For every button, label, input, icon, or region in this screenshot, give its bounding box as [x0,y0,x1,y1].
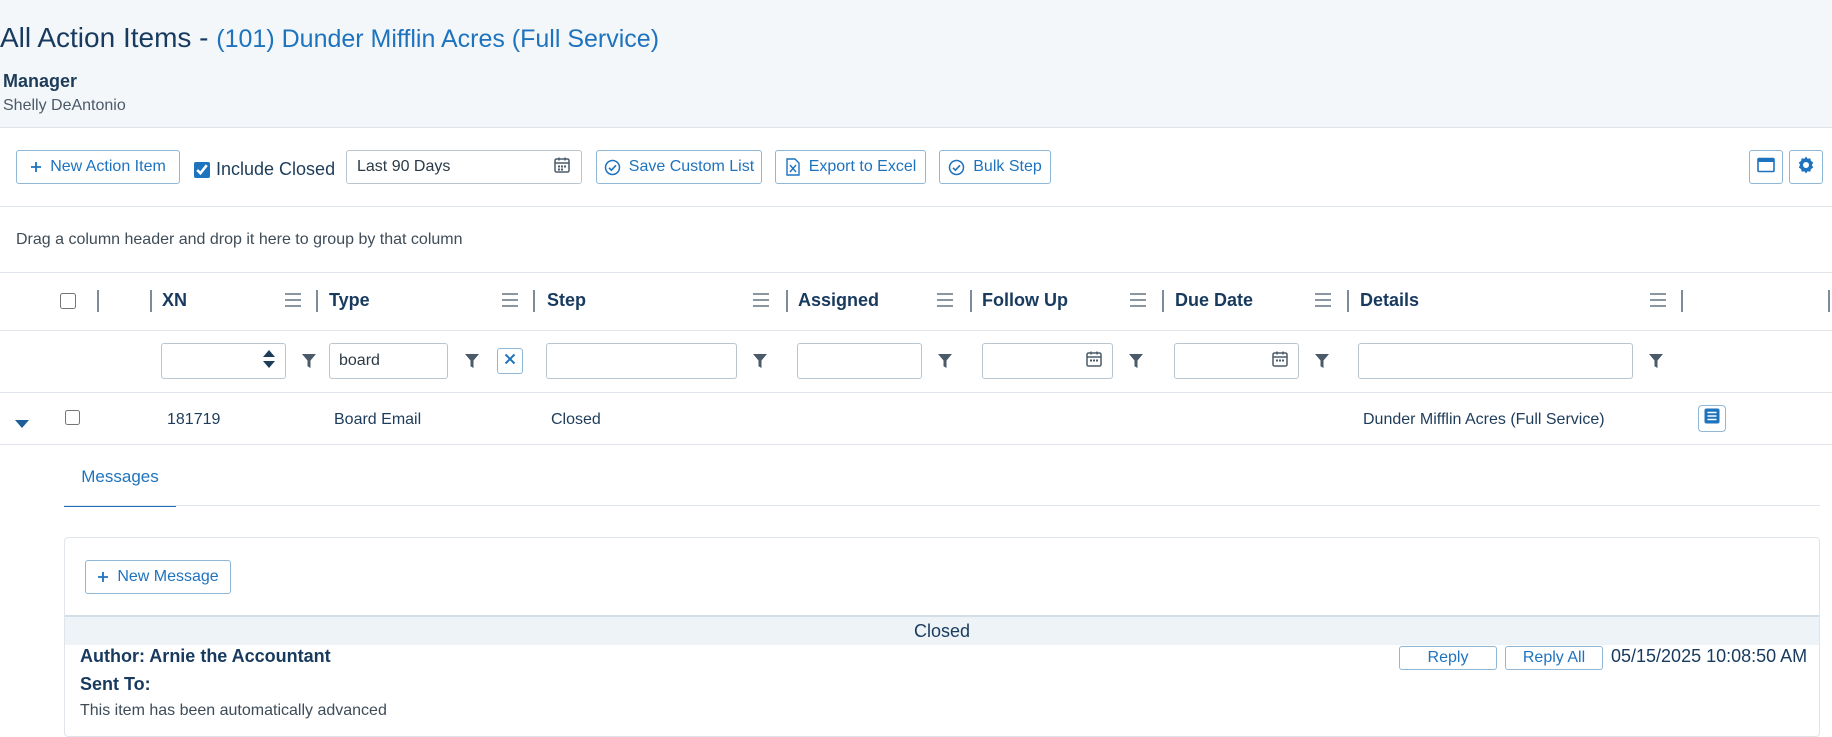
message-sent-to: Sent To: [80,674,151,694]
select-all-checkbox[interactable] [60,293,76,309]
layout-toggle-button[interactable] [1749,150,1783,184]
column-separator[interactable] [1347,290,1349,312]
follow-up-filter-icon[interactable] [1128,352,1144,370]
save-custom-list-button[interactable]: Save Custom List [596,150,762,184]
type-filter-input[interactable]: board [329,343,448,379]
new-message-button[interactable]: New Message [85,560,231,594]
follow-up-filter-input[interactable] [982,343,1113,379]
clear-type-filter-button[interactable] [497,348,523,374]
calendar-icon[interactable] [553,156,571,179]
manager-name: Shelly DeAntonio [3,97,126,114]
due-date-column-menu-icon[interactable] [1315,293,1331,307]
column-header-follow-up[interactable]: Follow Up [982,290,1068,311]
due-date-filter-input[interactable] [1174,343,1299,379]
tab-messages-label: Messages [81,467,159,486]
column-separator[interactable] [1162,290,1164,312]
save-custom-list-label: Save Custom List [628,158,755,175]
assigned-filter-input[interactable] [797,343,922,379]
column-header-type[interactable]: Type [329,290,370,311]
include-closed-checkbox[interactable] [194,161,210,178]
group-hint-text: Drag a column header and drop it here to… [16,231,463,248]
message-author: Author: Arnie the Accountant [80,646,331,666]
calendar-icon[interactable] [1271,350,1289,373]
grid-header-row [0,272,1832,331]
column-separator[interactable] [1681,290,1683,312]
step-filter-input[interactable] [546,343,737,379]
message-status: Closed [913,620,971,641]
details-filter-input[interactable] [1358,343,1633,379]
cell-type: Board Email [334,411,422,428]
window-icon [1757,157,1775,178]
follow-up-column-menu-icon[interactable] [1130,293,1146,307]
page-title: All Action Items - (101) Dunder Mifflin … [0,22,659,54]
tab-messages[interactable]: Messages [64,467,176,507]
xn-filter-input[interactable] [161,343,286,379]
gear-icon [1796,155,1816,180]
column-separator[interactable] [970,290,972,312]
reply-all-button[interactable]: Reply All [1505,646,1603,670]
date-range-picker[interactable]: Last 90 Days [346,150,582,184]
column-header-due-date[interactable]: Due Date [1175,290,1253,311]
include-closed-label: Include Closed [216,159,336,179]
column-separator[interactable] [1828,290,1830,312]
page-title-prefix: All Action Items - [0,22,217,53]
due-date-filter-icon[interactable] [1314,352,1330,370]
calendar-icon[interactable] [1085,350,1103,373]
column-header-details[interactable]: Details [1360,290,1419,311]
new-action-item-button[interactable]: New Action Item [16,150,180,184]
include-closed-toggle[interactable]: Include Closed [194,159,335,180]
reply-button[interactable]: Reply [1399,646,1497,670]
message-body: This item has been automatically advance… [80,702,387,719]
export-excel-button[interactable]: Export to Excel [775,150,926,184]
type-filter-value: board [339,352,380,369]
type-filter-icon[interactable] [464,352,480,370]
column-header-xn[interactable]: XN [162,290,187,311]
assigned-filter-icon[interactable] [937,352,953,370]
bulk-step-button[interactable]: Bulk Step [939,150,1051,184]
column-separator[interactable] [786,290,788,312]
message-timestamp: 05/15/2025 10:08:50 AM [1611,646,1808,666]
column-separator[interactable] [97,290,99,312]
type-column-menu-icon[interactable] [502,293,518,307]
row-actions-button[interactable] [1698,405,1726,432]
column-separator[interactable] [150,290,152,312]
column-separator[interactable] [316,290,318,312]
step-filter-icon[interactable] [752,352,768,370]
excel-file-icon [785,158,801,176]
expand-row-chevron-down-icon[interactable] [15,416,29,434]
settings-button[interactable] [1789,150,1823,184]
page-header [0,0,1832,128]
manager-label: Manager [3,71,78,91]
list-menu-icon [1704,408,1720,429]
assigned-column-menu-icon[interactable] [937,293,953,307]
step-column-menu-icon[interactable] [753,293,769,307]
column-header-step[interactable]: Step [547,290,586,311]
close-icon [504,352,516,370]
cell-xn[interactable]: 181719 [167,411,220,429]
column-header-assigned[interactable]: Assigned [798,290,879,311]
date-range-value: Last 90 Days [357,158,451,175]
check-circle-icon [948,159,965,176]
details-filter-icon[interactable] [1648,352,1664,370]
association-link[interactable]: (101) Dunder Mifflin Acres (Full Service… [216,25,659,53]
plus-icon [97,571,109,583]
tab-strip-divider [64,505,1820,506]
bulk-step-label: Bulk Step [973,158,1042,175]
export-excel-label: Export to Excel [808,158,917,175]
xn-filter-icon[interactable] [301,352,317,370]
new-message-label: New Message [117,568,219,585]
new-action-item-label: New Action Item [50,158,166,175]
message-status-bar: Closed [65,615,1819,645]
column-separator[interactable] [533,290,535,312]
check-circle-icon [604,159,621,176]
numeric-spinner-icon[interactable] [262,348,276,375]
cell-details: Dunder Mifflin Acres (Full Service) [1363,411,1605,428]
plus-icon [30,161,42,173]
cell-step: Closed [551,411,601,428]
xn-column-menu-icon[interactable] [285,293,301,307]
row-select-checkbox[interactable] [65,410,80,425]
details-column-menu-icon[interactable] [1650,293,1666,307]
